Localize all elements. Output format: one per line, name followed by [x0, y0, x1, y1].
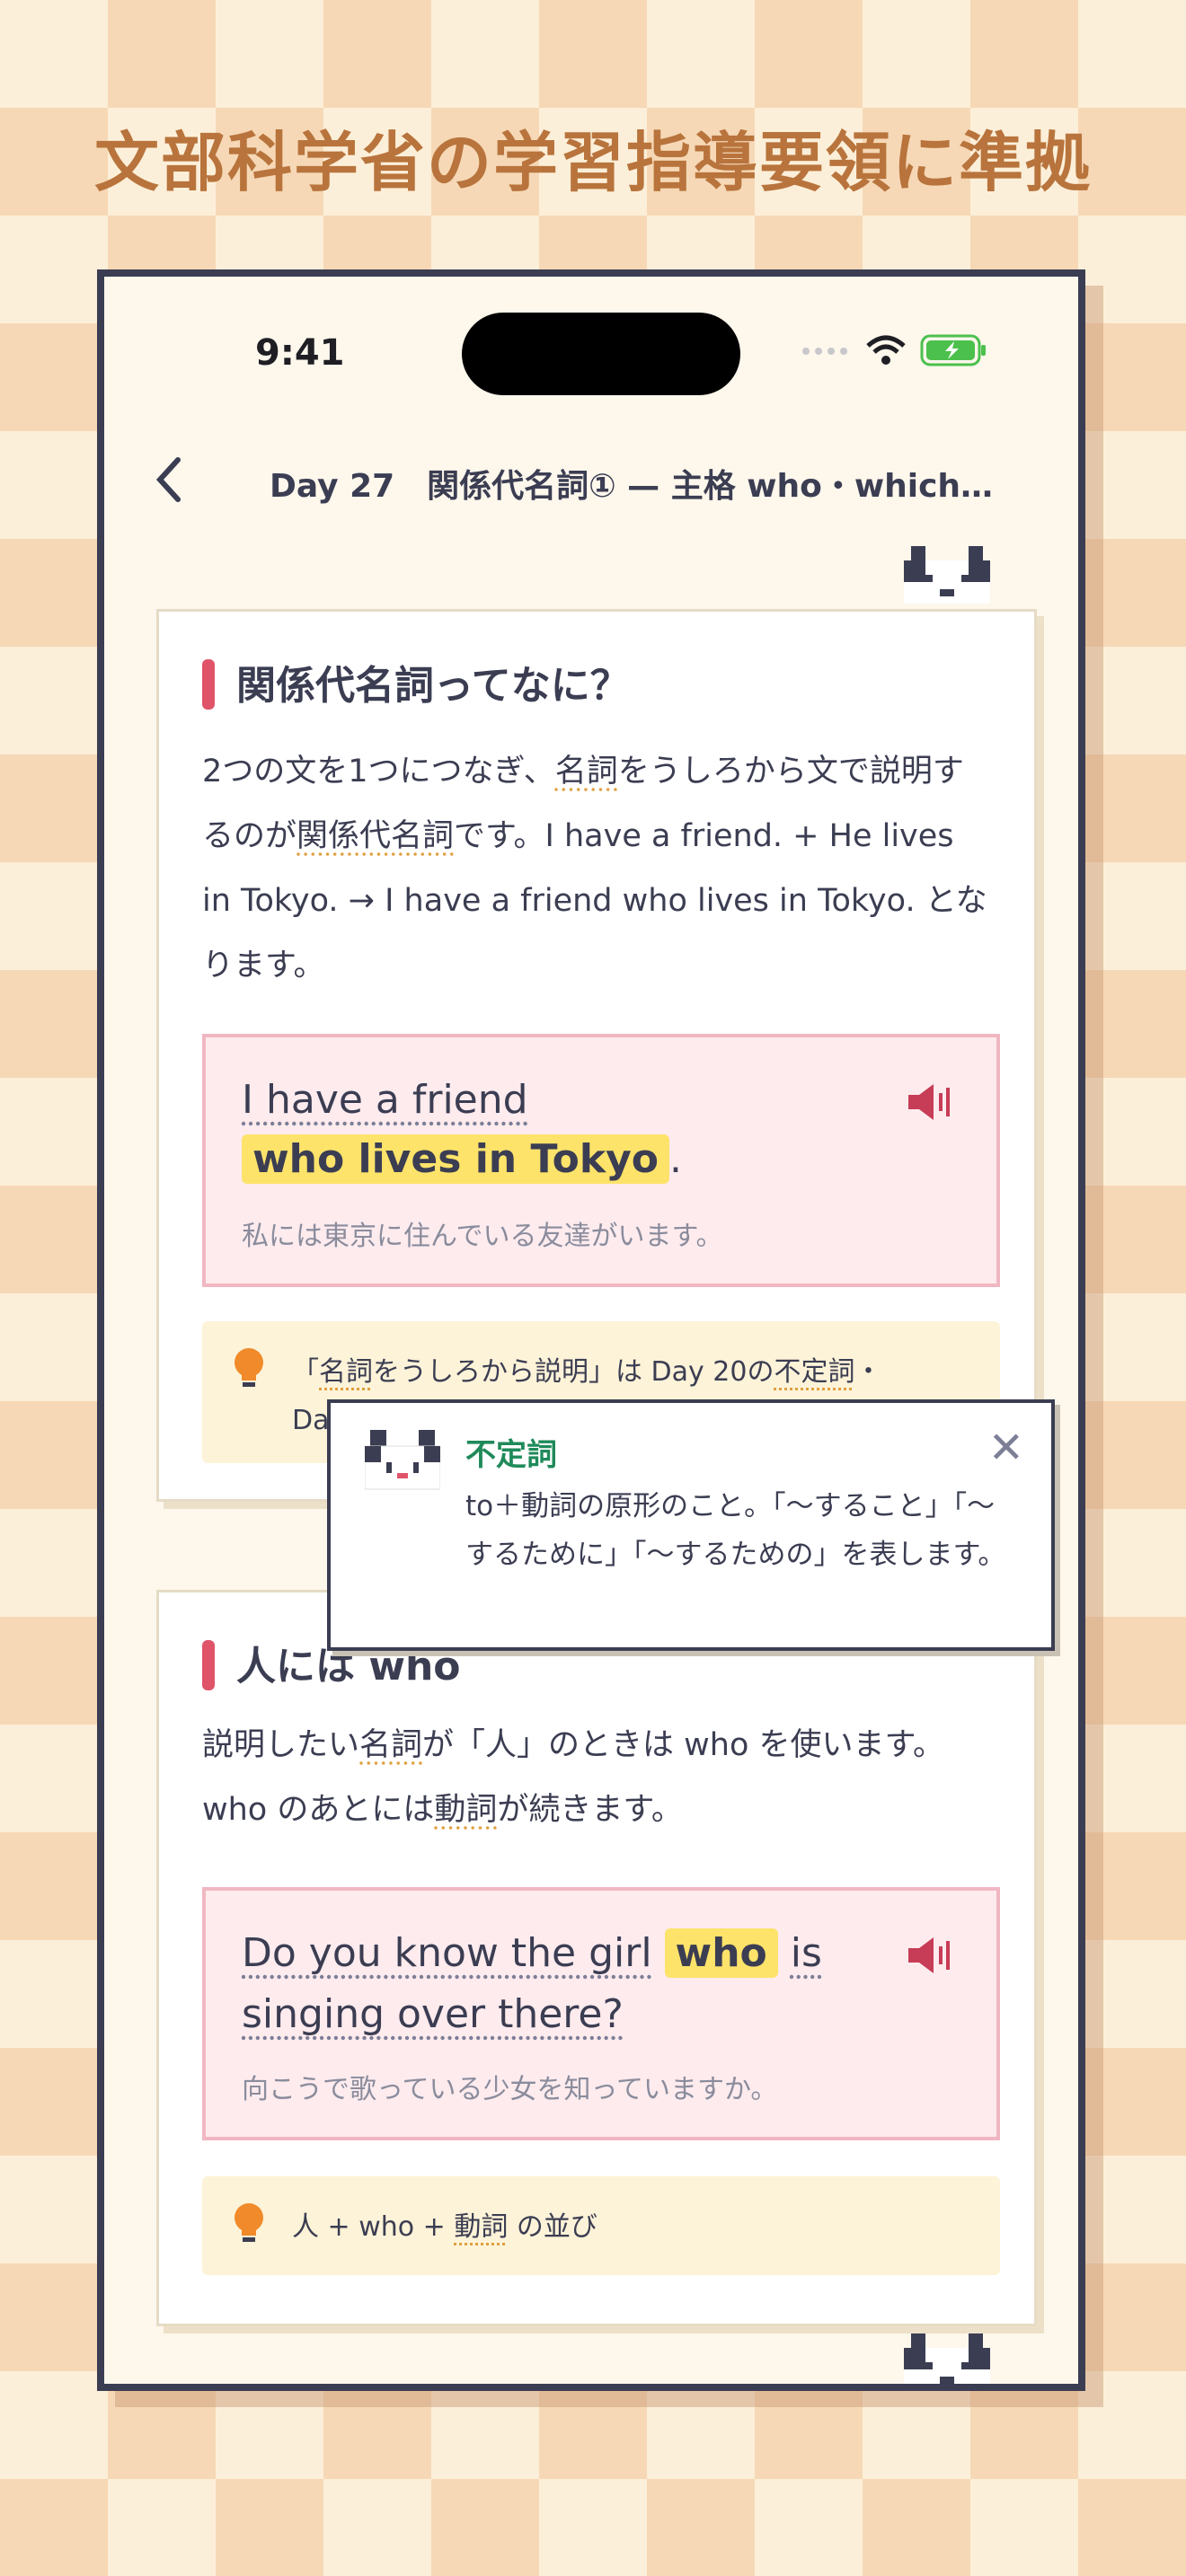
glossary-term[interactable]: 名詞: [359, 1727, 422, 1763]
status-time: 9:41: [255, 332, 345, 374]
tip-text-part: 「: [292, 1356, 319, 1388]
glossary-term[interactable]: 動詞: [454, 2211, 508, 2243]
signal-icon: [802, 348, 847, 355]
speaker-icon[interactable]: [907, 1934, 951, 1977]
example-sentence-box: Do you know the girl who is singing over…: [202, 1887, 1000, 2140]
cat-mascot-icon: [365, 1430, 440, 1490]
chevron-left-icon: [155, 457, 181, 502]
example-text: .: [669, 1136, 683, 1182]
battery-icon: [920, 334, 986, 366]
example-highlight: who: [664, 1928, 778, 1978]
nav-title: Day 27 関係代名詞① — 主格 who・which…: [270, 468, 994, 505]
glossary-term[interactable]: 関係代名詞: [296, 818, 454, 854]
cat-mascot-icon: [904, 2333, 990, 2384]
example-translation: 私には東京に住んでいる友達がいます。: [242, 1221, 723, 1252]
speaker-icon[interactable]: [907, 1081, 951, 1124]
glossary-term[interactable]: 名詞: [319, 1356, 373, 1388]
tip-text-part: ・: [854, 1356, 882, 1388]
body-text: 説明したい: [202, 1727, 360, 1763]
glossary-popover: 不定詞 ✕ to＋動詞の原形のこと。「〜すること」「〜するために」「〜するための…: [327, 1399, 1055, 1651]
glossary-term[interactable]: 動詞: [434, 1792, 497, 1828]
tip-text-part: 人 + who +: [292, 2211, 455, 2243]
wifi-icon: [866, 335, 906, 365]
example-text[interactable]: is: [791, 1930, 822, 1976]
lesson-card-2: 人には who 説明したい名詞が「人」のときは who を使います。who のあ…: [156, 1590, 1037, 2326]
status-bar: 9:41: [104, 277, 1078, 411]
tip-text-part: をうしろから説明」は Day 20の: [373, 1356, 774, 1388]
lightbulb-icon: [235, 1348, 263, 1387]
nav-bar: Day 27 関係代名詞① — 主格 who・which…: [104, 447, 1078, 519]
example-text[interactable]: singing over there?: [242, 1991, 624, 2037]
phone-frame: 9:41 Day 27 関係代名詞① — 主格 who・which… 関係代名詞…: [97, 269, 1085, 2391]
accent-bar: [202, 659, 215, 710]
close-icon[interactable]: ✕: [988, 1423, 1024, 1473]
glossary-term[interactable]: 不定詞: [774, 1356, 854, 1388]
lightbulb-icon: [235, 2203, 263, 2242]
section-title-text: 関係代名詞ってなに？: [236, 663, 630, 709]
glossary-term[interactable]: 名詞: [555, 754, 618, 790]
example-sentence-box: I have a friend who lives in Tokyo. 私には東…: [202, 1034, 1000, 1287]
body-text: が続きます。: [497, 1792, 683, 1828]
page-headline: 文部科学省の学習指導要領に準拠: [93, 125, 1092, 200]
section-title: 関係代名詞ってなに？: [202, 653, 630, 713]
status-icons: [801, 334, 988, 366]
dynamic-island: [462, 313, 740, 395]
popover-body: to＋動詞の原形のこと。「〜すること」「〜するために」「〜するための」を表します…: [465, 1490, 1006, 1571]
section-body: 説明したい名詞が「人」のときは who を使います。who のあとには動詞が続き…: [202, 1713, 991, 1842]
example-text[interactable]: Do you know the girl: [242, 1930, 652, 1976]
cat-mascot-icon: [904, 546, 990, 604]
body-text: 2つの文を1つにつなぎ、: [202, 754, 555, 790]
lesson-card-1: 関係代名詞ってなに？ 2つの文を1つにつなぎ、名詞をうしろから文で説明するのが関…: [156, 609, 1037, 1502]
section-body: 2つの文を1つにつなぎ、名詞をうしろから文で説明するのが関係代名詞です。I ha…: [202, 739, 991, 998]
back-button[interactable]: [151, 454, 187, 514]
example-text[interactable]: I have a friend: [242, 1077, 528, 1123]
tip-box: 人 + who + 動詞 の並び: [202, 2176, 1000, 2275]
example-translation: 向こうで歌っている少女を知っていますか。: [242, 2074, 778, 2105]
accent-bar: [202, 1640, 215, 1690]
popover-title: 不定詞: [465, 1437, 557, 1473]
tip-text-part: の並び: [508, 2211, 597, 2243]
example-highlight: who lives in Tokyo: [242, 1134, 670, 1184]
tip-text: 人 + who + 動詞 の並び: [292, 2203, 597, 2252]
